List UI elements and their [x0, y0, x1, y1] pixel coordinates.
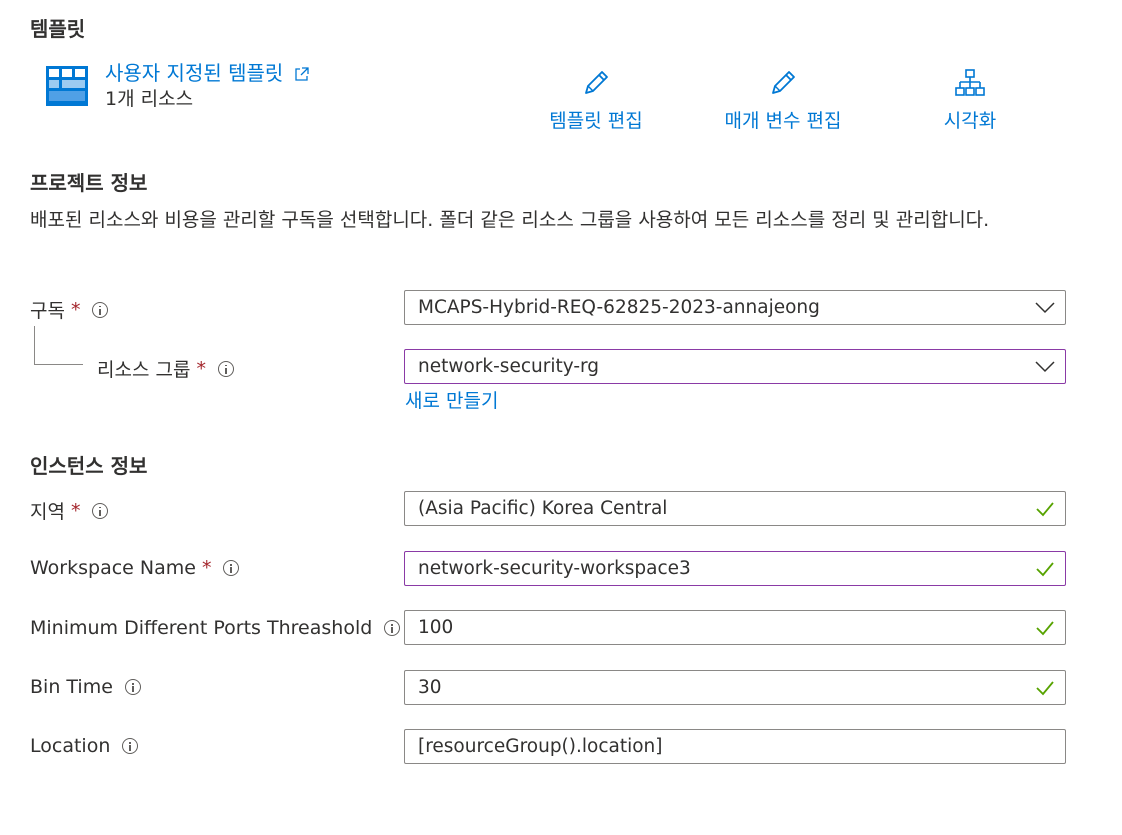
check-icon: [1025, 552, 1065, 585]
info-icon[interactable]: [124, 679, 141, 695]
location-value: [resourceGroup().location]: [418, 736, 663, 757]
resource-count: 1개 리소스: [105, 88, 194, 110]
subscription-value: MCAPS-Hybrid-REQ-62825-2023-annajeong: [418, 297, 820, 318]
info-icon[interactable]: [223, 560, 240, 576]
create-new-link[interactable]: 새로 만들기: [405, 386, 498, 413]
info-icon[interactable]: [92, 301, 109, 318]
region-dropdown[interactable]: (Asia Pacific) Korea Central: [404, 491, 1066, 526]
bin-time-input[interactable]: 30: [404, 670, 1066, 705]
hierarchy-icon: [955, 68, 985, 102]
check-icon: [1025, 611, 1065, 644]
project-section-title: 프로젝트 정보: [30, 171, 148, 195]
bin-time-label-text: Bin Time: [30, 676, 113, 698]
min-ports-value: 100: [418, 617, 454, 638]
subscription-label: 구독 *: [30, 296, 109, 323]
pencil-icon: [581, 68, 611, 102]
location-label-text: Location: [30, 735, 111, 757]
resource-group-dropdown[interactable]: network-security-rg: [404, 349, 1066, 384]
resource-group-label-text: 리소스 그룹: [97, 359, 191, 381]
bin-time-label: Bin Time: [30, 676, 141, 698]
visualize-label[interactable]: 시각화: [880, 106, 1060, 133]
chevron-down-icon: [1025, 291, 1065, 324]
edit-parameters-label[interactable]: 매개 변수 편집: [693, 106, 873, 133]
info-icon[interactable]: [122, 738, 139, 754]
workspace-name-label-text: Workspace Name: [30, 557, 196, 579]
external-link-icon: [294, 63, 309, 87]
region-label-text: 지역: [30, 501, 65, 523]
custom-template-link-label[interactable]: 사용자 지정된 템플릿: [105, 61, 283, 85]
min-ports-label: Minimum Different Ports Threashold: [30, 617, 401, 639]
resource-group-label: 리소스 그룹 *: [97, 355, 234, 382]
info-icon[interactable]: [92, 502, 109, 519]
workspace-name-value: network-security-workspace3: [418, 558, 691, 579]
tree-connector: [34, 326, 83, 365]
required-marker: *: [70, 499, 81, 522]
required-marker: *: [70, 298, 81, 321]
chevron-down-icon: [1025, 350, 1065, 383]
region-label: 지역 *: [30, 497, 109, 524]
pencil-icon: [768, 68, 798, 102]
custom-template-link[interactable]: 사용자 지정된 템플릿: [105, 57, 309, 87]
info-icon[interactable]: [217, 360, 234, 377]
location-label: Location: [30, 735, 139, 757]
visualize-button[interactable]: 시각화: [880, 68, 1060, 133]
region-value: (Asia Pacific) Korea Central: [418, 498, 668, 519]
edit-template-label[interactable]: 템플릿 편집: [506, 106, 686, 133]
workspace-name-label: Workspace Name *: [30, 557, 240, 579]
edit-parameters-button[interactable]: 매개 변수 편집: [693, 68, 873, 133]
subscription-dropdown[interactable]: MCAPS-Hybrid-REQ-62825-2023-annajeong: [404, 290, 1066, 325]
min-ports-label-text: Minimum Different Ports Threashold: [30, 617, 373, 639]
required-marker: *: [201, 557, 212, 579]
info-icon[interactable]: [384, 620, 401, 636]
check-icon: [1025, 671, 1065, 704]
template-grid-icon: [46, 66, 88, 106]
instance-section-title: 인스턴스 정보: [30, 454, 148, 478]
workspace-name-input[interactable]: network-security-workspace3: [404, 551, 1066, 586]
deployment-form: 템플릿 사용자 지정된 템플릿 1개 리소스 템플릿 편집 매개 변수 편집 시…: [0, 0, 1122, 835]
edit-template-button[interactable]: 템플릿 편집: [506, 68, 686, 133]
required-marker: *: [196, 357, 206, 380]
bin-time-value: 30: [418, 677, 442, 698]
check-icon: [1025, 492, 1065, 525]
min-ports-input[interactable]: 100: [404, 610, 1066, 645]
resource-group-value: network-security-rg: [418, 356, 600, 377]
template-section-title: 템플릿: [30, 17, 86, 41]
location-input[interactable]: [resourceGroup().location]: [404, 729, 1066, 764]
project-description: 배포된 리소스와 비용을 관리할 구독을 선택합니다. 폴더 같은 리소스 그룹…: [30, 209, 990, 231]
subscription-label-text: 구독: [30, 300, 65, 322]
